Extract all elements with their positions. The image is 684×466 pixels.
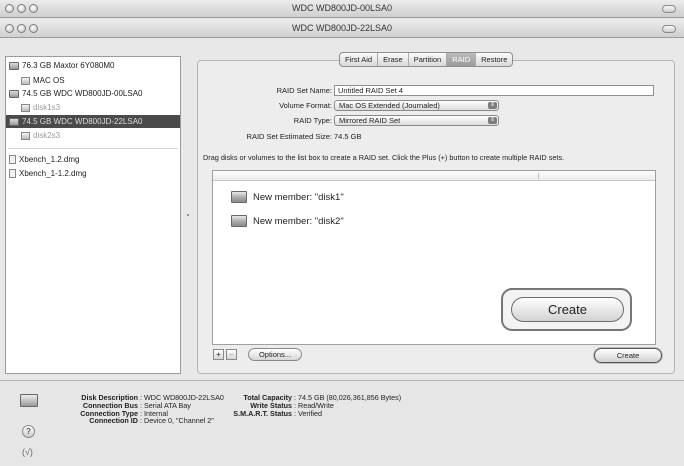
- add-raid-set-button[interactable]: +: [213, 349, 224, 360]
- disk-info-left: Disk Description: WDC WD800JD-22LSA0 Conn…: [50, 394, 224, 425]
- raid-set-name-label: RAID Set Name:: [276, 86, 332, 95]
- help-button[interactable]: ?: [22, 425, 35, 438]
- raid-type-select[interactable]: Mirrored RAID Set ⇕: [334, 115, 499, 126]
- remove-raid-set-button[interactable]: −: [226, 349, 237, 360]
- back-window-titlebar[interactable]: WDC WD800JD-00LSA0: [0, 0, 684, 18]
- sidebar-item-disk2s3[interactable]: disk2s3: [21, 129, 60, 142]
- toolbar-toggle-icon[interactable]: [662, 5, 676, 13]
- volume-format-value: Mac OS Extended (Journaled): [339, 101, 440, 110]
- tab-raid[interactable]: RAID: [447, 53, 477, 66]
- info-key: Connection ID: [89, 416, 138, 426]
- log-history-icon[interactable]: (√): [22, 447, 33, 457]
- raid-instructions: Drag disks or volumes to the list box to…: [203, 153, 565, 162]
- sidebar-item-label: 74.5 GB WDC WD800JD-22LSA0: [22, 117, 143, 126]
- tab-restore[interactable]: Restore: [476, 53, 512, 66]
- raid-set-name-field[interactable]: Untitled RAID Set 4: [334, 85, 654, 96]
- tab-bar: First Aid Erase Partition RAID Restore: [339, 52, 514, 67]
- disk-info-right: Total Capacity:74.5 GB (80,026,361,856 B…: [222, 394, 401, 417]
- volume-icon: [21, 76, 30, 85]
- split-view-handle[interactable]: [187, 214, 189, 216]
- volume-icon: [21, 131, 30, 140]
- info-value: Device 0, "Channel 2": [144, 416, 214, 426]
- info-value: Verified: [298, 408, 322, 418]
- tab-partition[interactable]: Partition: [409, 53, 448, 66]
- disk-image-icon: [9, 169, 16, 178]
- create-button[interactable]: Create: [594, 348, 662, 363]
- volume-icon: [21, 103, 30, 112]
- hard-disk-icon: [20, 394, 38, 407]
- sidebar-item-wd-00lsa0[interactable]: 74.5 GB WDC WD800JD-00LSA0: [9, 87, 143, 100]
- front-window-title: WDC WD800JD-22LSA0: [291, 23, 393, 33]
- estimated-size-label: RAID Set Estimated Size:: [246, 132, 332, 141]
- drive-icon: [9, 89, 19, 98]
- estimated-size-value: 74.5 GB: [334, 132, 362, 141]
- options-button[interactable]: Options...: [248, 348, 302, 361]
- sidebar-item-label: disk2s3: [33, 131, 61, 140]
- sidebar-item-wd-22lsa0[interactable]: 74.5 GB WDC WD800JD-22LSA0: [6, 115, 180, 128]
- sidebar-item-xbench-dmg[interactable]: Xbench_1.2.dmg: [9, 153, 80, 166]
- sidebar-item-label: 74.5 GB WDC WD800JD-00LSA0: [22, 89, 143, 98]
- create-button-callout: Create: [501, 288, 632, 331]
- back-window-title: WDC WD800JD-00LSA0: [291, 3, 393, 13]
- volume-format-select[interactable]: Mac OS Extended (Journaled) ⇕: [334, 100, 499, 111]
- sidebar-item-disk1s3[interactable]: disk1s3: [21, 101, 60, 114]
- sidebar-item-xbench-1-dmg[interactable]: Xbench_1-1.2.dmg: [9, 167, 87, 180]
- sidebar-item-mac-os[interactable]: MAC OS: [21, 74, 65, 87]
- raid-type-label: RAID Type:: [293, 116, 332, 125]
- sidebar-item-label: MAC OS: [33, 76, 65, 85]
- hard-disk-icon: [231, 215, 247, 227]
- sidebar-item-label: disk1s3: [33, 103, 61, 112]
- chevron-up-down-icon: ⇕: [488, 102, 497, 109]
- tab-erase[interactable]: Erase: [378, 53, 409, 66]
- tab-first-aid[interactable]: First Aid: [340, 53, 379, 66]
- create-button-zoomed[interactable]: Create: [511, 297, 624, 322]
- member-label: New member: "disk1": [253, 191, 344, 203]
- sidebar-item-maxtor[interactable]: 76.3 GB Maxtor 6Y080M0: [9, 59, 115, 72]
- member-label: New member: "disk2": [253, 215, 344, 227]
- chevron-up-down-icon: ⇕: [488, 117, 497, 124]
- sidebar-item-label: 76.3 GB Maxtor 6Y080M0: [22, 61, 115, 70]
- front-window-titlebar[interactable]: WDC WD800JD-22LSA0: [0, 20, 684, 38]
- toolbar-toggle-icon[interactable]: [662, 25, 676, 33]
- list-item[interactable]: New member: "disk1": [231, 191, 344, 203]
- list-header: [213, 171, 655, 181]
- disk-list-sidebar[interactable]: 76.3 GB Maxtor 6Y080M0 MAC OS 74.5 GB WD…: [5, 56, 181, 374]
- disk-image-icon: [9, 155, 16, 164]
- sidebar-divider: [8, 148, 178, 149]
- raid-type-value: Mirrored RAID Set: [339, 116, 401, 125]
- hard-disk-icon: [231, 191, 247, 203]
- drive-icon: [9, 117, 19, 126]
- drive-icon: [9, 61, 19, 70]
- info-key: S.M.A.R.T. Status: [233, 408, 292, 418]
- list-item[interactable]: New member: "disk2": [231, 215, 344, 227]
- sidebar-item-label: Xbench_1-1.2.dmg: [19, 169, 87, 178]
- volume-format-label: Volume Format:: [279, 101, 332, 110]
- sidebar-item-label: Xbench_1.2.dmg: [19, 155, 80, 164]
